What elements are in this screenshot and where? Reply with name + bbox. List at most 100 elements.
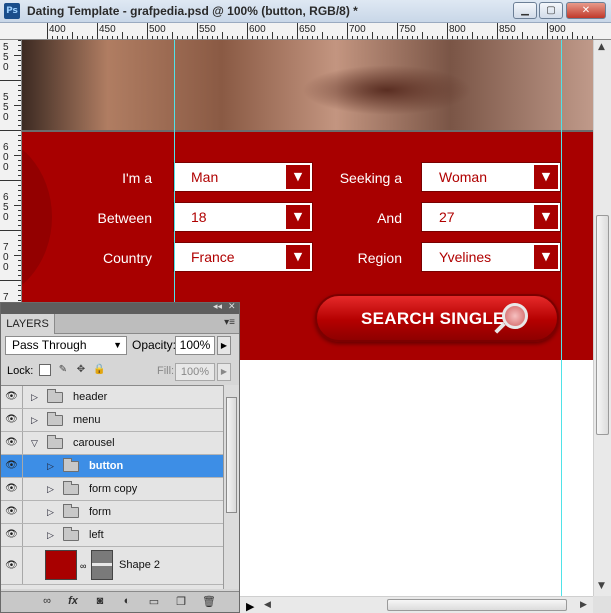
maximize-button[interactable]: ▢: [539, 2, 563, 19]
eye-icon[interactable]: 👁: [1, 547, 23, 584]
layer-name: header: [73, 391, 108, 403]
layer-thumbnail: [45, 550, 77, 580]
ruler-label: 750: [399, 24, 416, 35]
layer-row-left[interactable]: 👁 ▷ left: [1, 524, 223, 547]
close-panel-icon[interactable]: ✕: [228, 301, 236, 312]
scroll-left-icon[interactable]: ▶: [246, 600, 254, 613]
region-label: Region: [357, 250, 402, 266]
minimize-button[interactable]: ▁: [513, 2, 537, 19]
close-button[interactable]: ✕: [566, 2, 606, 19]
chevron-down-icon: ▼: [113, 340, 122, 350]
eye-icon[interactable]: 👁: [1, 409, 23, 431]
opacity-slider-arrow[interactable]: ▶: [217, 336, 231, 355]
fill-input[interactable]: 100%: [175, 363, 215, 381]
chevron-down-icon[interactable]: ▼: [534, 165, 558, 189]
vertical-scroll-thumb[interactable]: [596, 215, 609, 435]
link-icon[interactable]: ∞: [39, 595, 55, 607]
folder-icon: [63, 504, 79, 518]
lock-transparency-icon[interactable]: [39, 364, 51, 376]
ruler-minor-tick: [422, 32, 423, 39]
region-value: Yvelines: [439, 249, 492, 265]
expand-right-icon[interactable]: ▷: [31, 392, 38, 403]
opacity-input[interactable]: 100%: [175, 336, 215, 355]
seeking-select[interactable]: Woman ▼: [421, 162, 561, 192]
ruler-label: 850: [499, 24, 516, 35]
vertical-scrollbar[interactable]: ▲ ▼: [593, 40, 611, 596]
ruler-label: 650: [299, 24, 316, 35]
ruler-minor-tick: [0, 180, 21, 181]
trash-icon[interactable]: 🗑: [201, 595, 217, 608]
ruler-minor-tick: [0, 280, 21, 281]
folder-icon: [63, 527, 79, 541]
ruler-minor-tick: [72, 32, 73, 39]
ruler-label: 800: [449, 24, 466, 35]
layer-name: form copy: [89, 483, 138, 495]
layer-row-form[interactable]: 👁 ▷ form: [1, 501, 223, 524]
chevron-down-icon[interactable]: ▼: [534, 245, 558, 269]
and-select[interactable]: 27 ▼: [421, 202, 561, 232]
layer-row-shape-2[interactable]: 👁 ∞ Shape 2: [1, 547, 223, 585]
lock-paint-icon[interactable]: ✎: [57, 364, 69, 376]
layers-scroll-thumb[interactable]: [226, 397, 237, 513]
search-single-button[interactable]: SEARCH SINGLE: [315, 294, 559, 342]
chevron-down-icon[interactable]: ▼: [534, 205, 558, 229]
expand-right-icon[interactable]: ▷: [47, 484, 54, 495]
ruler-minor-tick: [14, 155, 21, 156]
eye-icon[interactable]: 👁: [1, 455, 23, 477]
scroll-down-icon[interactable]: ▼: [598, 581, 605, 591]
expand-right-icon[interactable]: ▷: [47, 507, 54, 518]
ruler-major-tick: [497, 23, 498, 39]
ruler-label: 900: [549, 24, 566, 35]
layers-scrollbar[interactable]: [223, 385, 239, 589]
header-photo: [22, 40, 593, 130]
panel-menu-icon[interactable]: ▾≡: [224, 317, 235, 328]
ruler-label: 0: [3, 162, 9, 173]
blend-mode-select[interactable]: Pass Through ▼: [5, 336, 127, 355]
ruler-label: 550: [199, 24, 216, 35]
eye-icon[interactable]: 👁: [1, 386, 23, 408]
eye-icon[interactable]: 👁: [1, 524, 23, 546]
title-bar: Ps Dating Template - grafpedia.psd @ 100…: [0, 0, 611, 23]
fx-icon[interactable]: fx: [65, 595, 81, 607]
tab-layers[interactable]: LAYERS: [1, 314, 55, 334]
iam-value: Man: [191, 169, 219, 185]
ruler-minor-tick: [122, 32, 123, 39]
ruler-major-tick: [447, 23, 448, 39]
layer-row-form-copy[interactable]: 👁 ▷ form copy: [1, 478, 223, 501]
region-select[interactable]: Yvelines ▼: [421, 242, 561, 272]
horizontal-scroll-thumb[interactable]: [387, 599, 567, 611]
ruler-minor-tick: [14, 205, 21, 206]
layer-name: carousel: [73, 437, 115, 449]
expand-down-icon[interactable]: ▽: [31, 438, 38, 449]
new-layer-icon[interactable]: ❐: [173, 595, 189, 608]
expand-right-icon[interactable]: ▷: [31, 415, 38, 426]
seeking-value: Woman: [439, 169, 487, 185]
expand-right-icon[interactable]: ▷: [47, 530, 54, 541]
fill-slider-arrow[interactable]: ▶: [217, 363, 231, 381]
scroll-up-icon[interactable]: ▲: [598, 42, 605, 52]
mask-icon[interactable]: ◙: [92, 595, 108, 607]
blend-mode-value: Pass Through: [12, 338, 87, 352]
scroll-right-icon[interactable]: ▶: [580, 600, 587, 610]
eye-icon[interactable]: 👁: [1, 478, 23, 500]
ruler-minor-tick: [0, 80, 21, 81]
ruler-major-tick: [97, 23, 98, 39]
ruler-label: 500: [149, 24, 166, 35]
eye-icon[interactable]: 👁: [1, 501, 23, 523]
lock-position-icon[interactable]: ✥: [75, 364, 87, 376]
layer-row-carousel[interactable]: 👁 ▽ carousel: [1, 432, 223, 455]
layer-row-header[interactable]: 👁 ▷ header: [1, 386, 223, 409]
ruler-minor-tick: [372, 32, 373, 39]
layer-row-button[interactable]: 👁 ▷ button: [1, 455, 223, 478]
layer-row-menu[interactable]: 👁 ▷ menu: [1, 409, 223, 432]
adjustment-icon[interactable]: ◐: [119, 595, 135, 607]
new-group-icon[interactable]: ▭: [146, 595, 162, 608]
lock-all-icon[interactable]: 🔒: [93, 364, 105, 376]
ruler-label: 7: [3, 292, 9, 302]
horizontal-scrollbar[interactable]: ▶ ◀ ▶: [240, 596, 593, 613]
eye-icon[interactable]: 👁: [1, 432, 23, 454]
scroll-left-icon[interactable]: ◀: [264, 600, 271, 610]
iam-label: I'm a: [122, 170, 152, 186]
collapse-icon[interactable]: ◂◂: [213, 301, 222, 312]
expand-right-icon[interactable]: ▷: [47, 461, 54, 472]
